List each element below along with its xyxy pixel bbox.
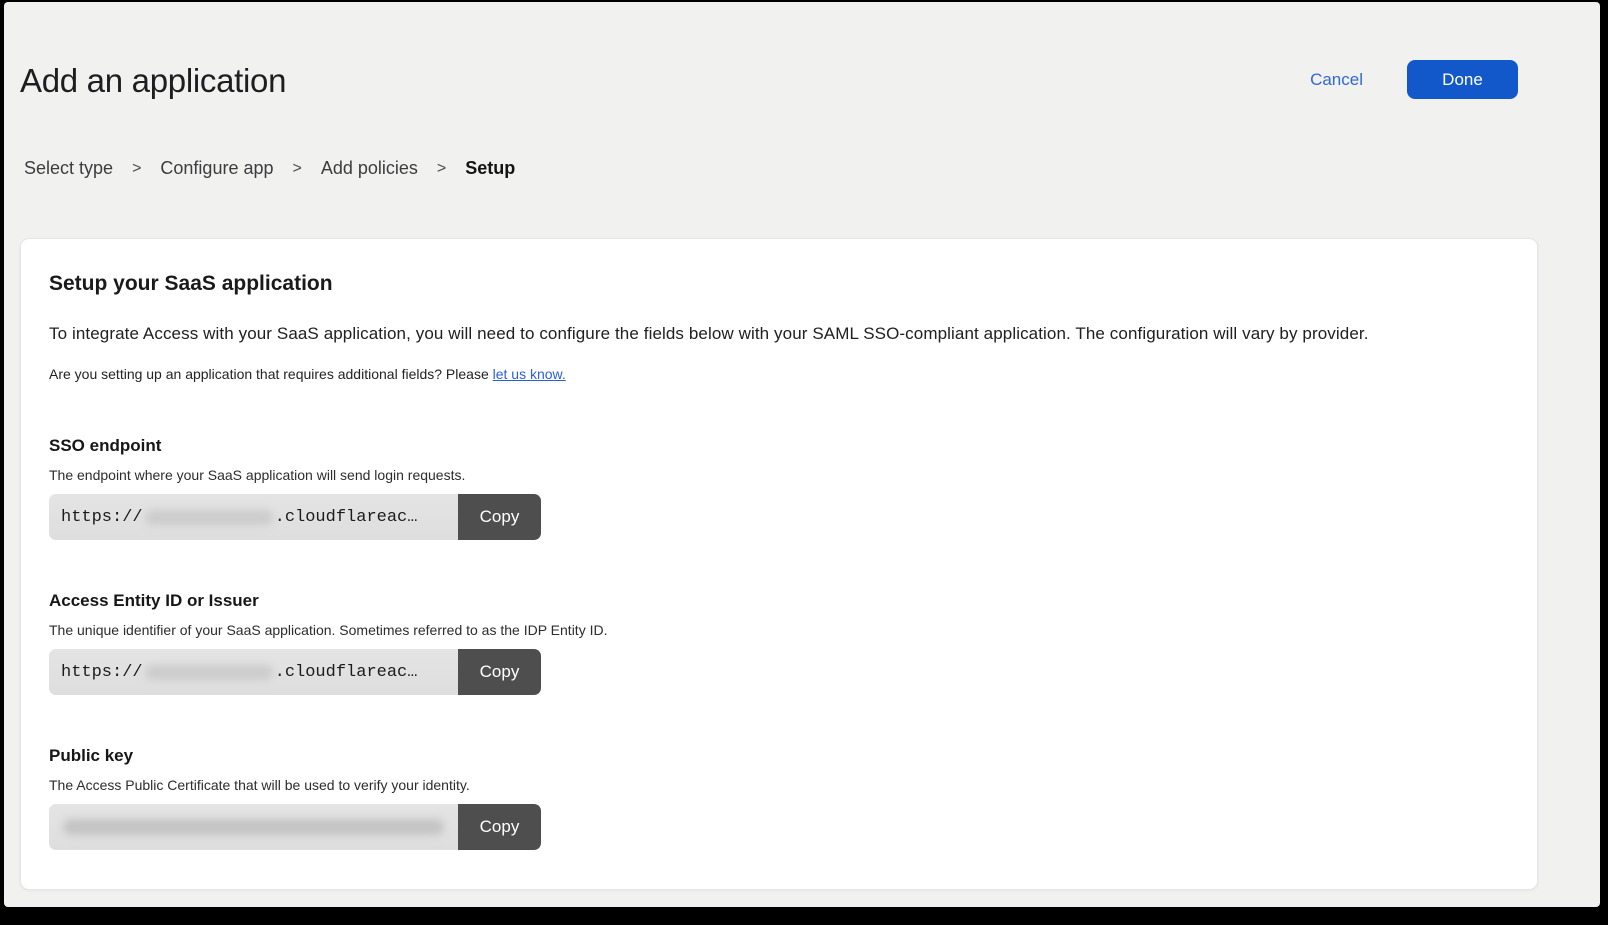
value-row: Copy: [49, 804, 541, 850]
breadcrumb-step-add-policies[interactable]: Add policies: [321, 158, 418, 179]
card-description: To integrate Access with your SaaS appli…: [49, 324, 1509, 344]
done-button[interactable]: Done: [1407, 60, 1518, 99]
value-suffix: .cloudflareac…: [275, 663, 418, 682]
value-suffix: .cloudflareac…: [275, 508, 418, 527]
header-actions: Cancel Done: [1310, 60, 1518, 99]
let-us-know-link[interactable]: let us know.: [493, 366, 566, 382]
app-window: Add an application Cancel Done Select ty…: [4, 2, 1600, 907]
public-key-value: [49, 804, 458, 850]
field-sso-endpoint: SSO endpoint The endpoint where your Saa…: [49, 436, 1509, 540]
copy-sso-endpoint-button[interactable]: Copy: [458, 494, 541, 540]
breadcrumb-separator: >: [132, 160, 141, 178]
field-description: The Access Public Certificate that will …: [49, 777, 1509, 793]
setup-card: Setup your SaaS application To integrate…: [20, 238, 1538, 890]
field-label: Access Entity ID or Issuer: [49, 591, 1509, 611]
copy-entity-id-button[interactable]: Copy: [458, 649, 541, 695]
field-entity-id: Access Entity ID or Issuer The unique id…: [49, 591, 1509, 695]
copy-public-key-button[interactable]: Copy: [458, 804, 541, 850]
breadcrumb-separator: >: [293, 160, 302, 178]
redacted-value-blur: [145, 510, 273, 525]
sso-endpoint-value: https:// .cloudflareac…: [49, 494, 458, 540]
entity-id-value: https:// .cloudflareac…: [49, 649, 458, 695]
value-prefix: https://: [61, 508, 143, 527]
field-public-key: Public key The Access Public Certificate…: [49, 746, 1509, 850]
value-prefix: https://: [61, 663, 143, 682]
value-row: https:// .cloudflareac… Copy: [49, 494, 541, 540]
value-row: https:// .cloudflareac… Copy: [49, 649, 541, 695]
field-label: SSO endpoint: [49, 436, 1509, 456]
breadcrumb-step-configure-app[interactable]: Configure app: [160, 158, 273, 179]
note-text: Are you setting up an application that r…: [49, 366, 489, 382]
card-note: Are you setting up an application that r…: [49, 366, 1509, 382]
breadcrumb-step-setup: Setup: [465, 158, 515, 179]
card-heading: Setup your SaaS application: [49, 272, 1509, 296]
redacted-value-blur: [63, 819, 444, 835]
page-header: Add an application Cancel Done: [4, 2, 1600, 100]
field-description: The endpoint where your SaaS application…: [49, 467, 1509, 483]
cancel-button[interactable]: Cancel: [1310, 70, 1363, 90]
field-description: The unique identifier of your SaaS appli…: [49, 622, 1509, 638]
breadcrumb-separator: >: [437, 160, 446, 178]
breadcrumb-step-select-type[interactable]: Select type: [24, 158, 113, 179]
redacted-value-blur: [145, 665, 273, 680]
field-label: Public key: [49, 746, 1509, 766]
breadcrumb: Select type > Configure app > Add polici…: [4, 100, 1600, 179]
